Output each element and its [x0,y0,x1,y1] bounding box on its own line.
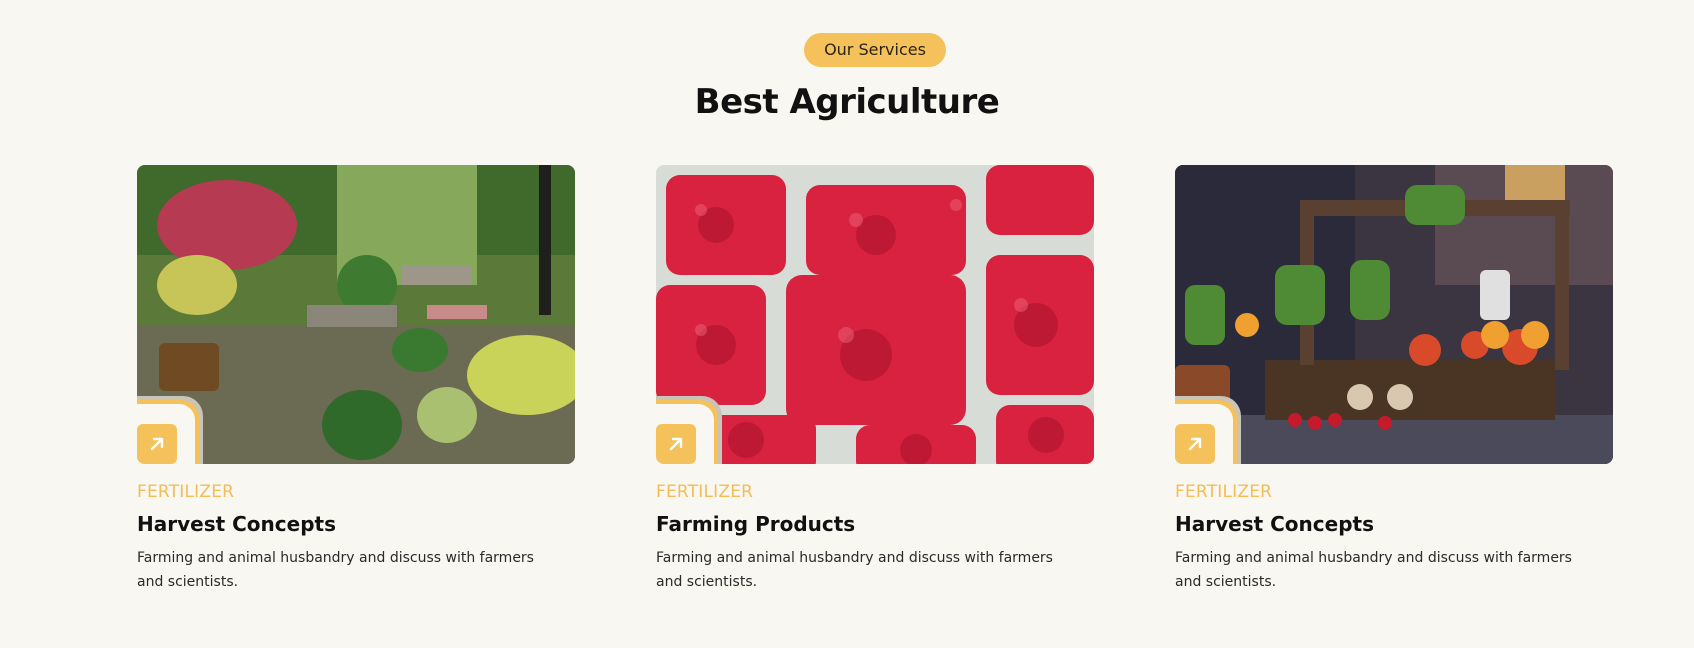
arrow-up-right-icon [150,437,164,451]
card-category: FERTILIZER [1175,482,1273,502]
card-category: FERTILIZER [656,482,754,502]
card-arrow-button[interactable] [1175,424,1215,464]
garden-image[interactable] [137,165,575,464]
services-section: Our Services Best Agriculture FERTILIZER… [0,0,1694,648]
raspberries-image[interactable] [656,165,1094,464]
arrow-up-right-icon [1188,437,1202,451]
card-arrow-button[interactable] [656,424,696,464]
section-badge: Our Services [804,33,946,67]
card-arrow-button[interactable] [137,424,177,464]
arrow-up-right-icon [669,437,683,451]
card-title[interactable]: Harvest Concepts [1175,512,1613,536]
service-card: FERTILIZER Harvest Concepts Farming and … [137,165,575,594]
service-card: FERTILIZER Farming Products Farming and … [656,165,1094,594]
card-title[interactable]: Farming Products [656,512,1094,536]
card-description: Farming and animal husbandry and discuss… [1175,550,1572,590]
card-title[interactable]: Harvest Concepts [137,512,575,536]
card-description: Farming and animal husbandry and discuss… [656,550,1053,590]
vegetable-basket-image[interactable] [1175,165,1613,464]
section-heading: Best Agriculture [694,82,1000,122]
card-description: Farming and animal husbandry and discuss… [137,550,534,590]
service-card: FERTILIZER Harvest Concepts Farming and … [1175,165,1613,594]
card-category: FERTILIZER [137,482,235,502]
